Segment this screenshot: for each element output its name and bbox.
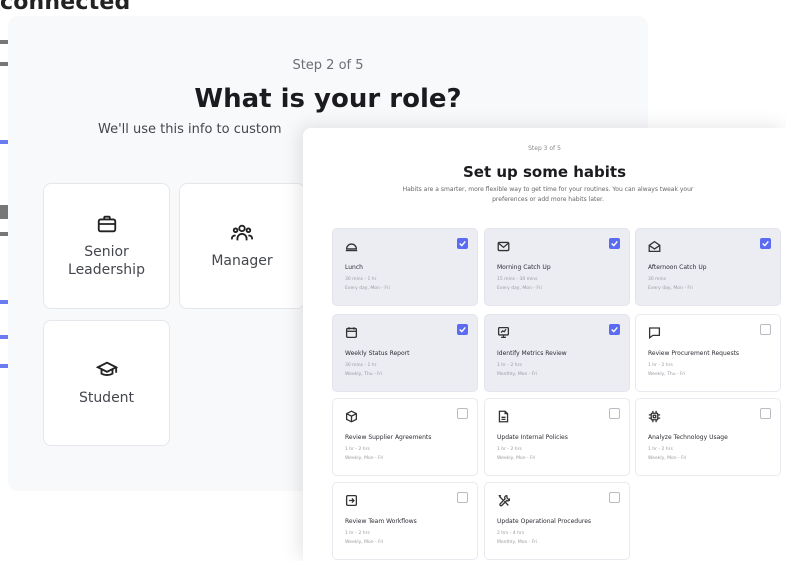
checkmark-icon xyxy=(611,326,618,333)
habit-name: Update Internal Policies xyxy=(497,434,568,441)
monitor-icon xyxy=(497,326,510,339)
habit-schedule: Monthly, Mon - Fri xyxy=(497,372,538,377)
habit-tile-afternoon-catch-up[interactable]: Afternoon Catch Up 30 mins Every day, Mo… xyxy=(635,228,781,306)
checkmark-icon xyxy=(762,240,769,247)
habit-tile-lunch[interactable]: Lunch 30 mins - 1 hr Every day, Mon - Fr… xyxy=(332,228,478,306)
role-option-senior-leadership[interactable]: Senior Leadership xyxy=(43,183,170,309)
habit-schedule: Every day, Mon - Fri xyxy=(648,286,693,291)
habit-tile-review-team-workflows[interactable]: Review Team Workflows 1 hr - 2 hrs Weekl… xyxy=(332,482,478,560)
habit-name: Weekly Status Report xyxy=(345,350,410,357)
habit-tile-review-supplier-agreements[interactable]: Review Supplier Agreements 1 hr - 2 hrs … xyxy=(332,398,478,476)
habit-name: Review Team Workflows xyxy=(345,518,417,525)
habit-checkbox[interactable] xyxy=(609,324,620,335)
habit-name: Update Operational Procedures xyxy=(497,518,592,525)
habit-schedule: Weekly, Thu - Fri xyxy=(345,372,383,377)
page-subtitle: We'll use this info to custom xyxy=(98,122,282,137)
graduation-cap-icon xyxy=(95,361,118,376)
role-label: Senior Leadership xyxy=(68,243,145,278)
habit-checkbox[interactable] xyxy=(609,238,620,249)
habit-schedule: Weekly, Mon - Fri xyxy=(497,456,536,461)
habit-tile-update-internal-policies[interactable]: Update Internal Policies 1 hr - 2 hrs We… xyxy=(484,398,630,476)
habits-card: Step 3 of 5 Set up some habits Habits ar… xyxy=(303,128,786,561)
habit-duration: 1 hr - 2 hrs xyxy=(648,447,673,452)
briefcase-icon xyxy=(97,215,116,233)
step-indicator: Step 2 of 5 xyxy=(292,58,364,73)
calendar-icon xyxy=(345,327,358,339)
habit-name: Lunch xyxy=(345,264,363,271)
tools-icon xyxy=(498,494,510,507)
habit-tile-analyze-technology-usage[interactable]: Analyze Technology Usage 1 hr - 2 hrs We… xyxy=(635,398,781,476)
step-indicator: Step 3 of 5 xyxy=(528,145,561,152)
habit-tile-weekly-status-report[interactable]: Weekly Status Report 30 mins - 1 hr Week… xyxy=(332,314,478,392)
habit-checkbox[interactable] xyxy=(609,408,620,419)
habit-name: Identify Metrics Review xyxy=(497,350,567,357)
mail-open-icon xyxy=(648,240,661,253)
habit-checkbox[interactable] xyxy=(457,324,468,335)
lunch-icon xyxy=(345,243,358,252)
habit-checkbox[interactable] xyxy=(609,492,620,503)
habit-name: Review Procurement Requests xyxy=(648,350,740,357)
habit-checkbox[interactable] xyxy=(760,324,771,335)
habit-checkbox[interactable] xyxy=(760,238,771,249)
habit-checkbox[interactable] xyxy=(457,492,468,503)
habit-name: Analyze Technology Usage xyxy=(648,434,728,441)
habit-name: Review Supplier Agreements xyxy=(345,434,432,441)
habit-tile-update-operational-procedures[interactable]: Update Operational Procedures 2 hrs - 4 … xyxy=(484,482,630,560)
habit-tile-review-procurement-requests[interactable]: Review Procurement Requests 1 hr - 2 hrs… xyxy=(635,314,781,392)
habit-duration: 30 mins - 1 hr xyxy=(345,277,377,282)
login-icon xyxy=(345,494,358,507)
habit-checkbox[interactable] xyxy=(457,408,468,419)
habit-schedule: Every day, Mon - Fri xyxy=(345,286,390,291)
habits-description: Habits are a smarter, more flexible way … xyxy=(402,186,694,203)
role-label: Manager xyxy=(211,252,273,269)
habit-tile-identify-metrics-review[interactable]: Identify Metrics Review 1 hr - 2 hrs Mon… xyxy=(484,314,630,392)
habit-duration: 1 hr - 2 hrs xyxy=(648,363,673,368)
habit-duration: 1 hr - 2 hrs xyxy=(497,447,522,452)
habit-schedule: Weekly, Mon - Fri xyxy=(345,456,384,461)
habit-tile-morning-catch-up[interactable]: Morning Catch Up 15 mins - 30 mins Every… xyxy=(484,228,630,306)
habit-duration: 1 hr - 2 hrs xyxy=(345,447,370,452)
habit-checkbox[interactable] xyxy=(457,238,468,249)
role-option-manager[interactable]: Manager xyxy=(179,183,305,309)
checkmark-icon xyxy=(611,240,618,247)
habit-duration: 30 mins - 1 hr xyxy=(345,363,377,368)
page-title: What is your role? xyxy=(194,84,462,114)
background-page-title: connected xyxy=(0,0,131,15)
habit-schedule: Monthly, Mon - Fri xyxy=(497,540,538,545)
checkmark-icon xyxy=(459,326,466,333)
chip-icon xyxy=(648,410,661,423)
role-option-student[interactable]: Student xyxy=(43,320,170,446)
habit-schedule: Weekly, Thu - Fri xyxy=(648,372,686,377)
people-icon xyxy=(231,224,253,241)
habit-duration: 1 hr - 2 hrs xyxy=(345,531,370,536)
habit-duration: 15 mins - 30 mins xyxy=(497,277,538,282)
role-label: Student xyxy=(78,389,135,406)
habit-schedule: Weekly, Mon - Fri xyxy=(648,456,687,461)
habit-checkbox[interactable] xyxy=(760,408,771,419)
document-icon xyxy=(498,410,509,423)
habit-duration: 1 hr - 2 hrs xyxy=(497,363,522,368)
habits-title: Set up some habits xyxy=(462,163,627,181)
habit-name: Morning Catch Up xyxy=(497,264,551,271)
checkmark-icon xyxy=(459,240,466,247)
habit-name: Afternoon Catch Up xyxy=(648,264,707,271)
habit-duration: 2 hrs - 4 hrs xyxy=(497,531,525,536)
habit-schedule: Every day, Mon - Fri xyxy=(497,286,542,291)
habit-duration: 30 mins xyxy=(648,277,666,282)
box-icon xyxy=(345,410,358,423)
habit-schedule: Weekly, Mon - Fri xyxy=(345,540,384,545)
mail-icon xyxy=(497,241,510,252)
chat-icon xyxy=(648,327,661,339)
